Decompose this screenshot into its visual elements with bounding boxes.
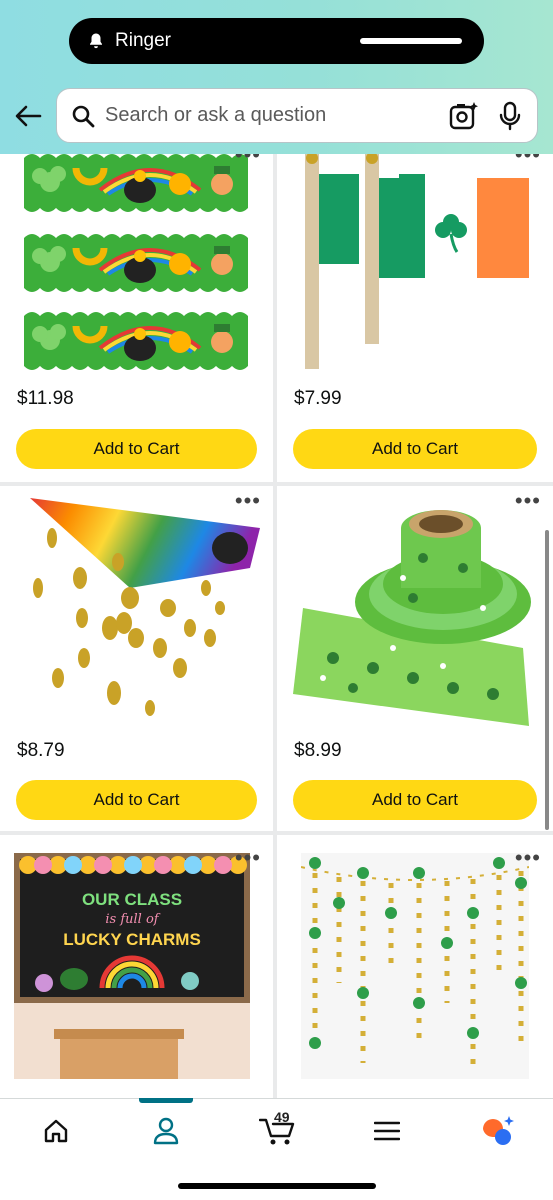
microphone-icon[interactable] xyxy=(497,101,523,131)
product-card[interactable]: ••• $8.99 Add to Cart xyxy=(277,486,553,831)
more-options-icon[interactable]: ••• xyxy=(515,490,541,512)
nav-cart[interactable]: 49 xyxy=(252,1109,302,1149)
active-tab-indicator xyxy=(139,1098,193,1103)
product-card[interactable]: ••• $8.79 Add to Cart xyxy=(0,486,273,831)
product-price: $8.99 xyxy=(294,740,342,761)
bell-icon xyxy=(90,33,102,49)
product-card[interactable]: ••• xyxy=(277,835,553,1098)
back-button[interactable] xyxy=(12,100,44,132)
account-icon xyxy=(153,1117,179,1145)
menu-icon xyxy=(374,1121,400,1141)
add-to-cart-button[interactable]: Add to Cart xyxy=(16,780,257,820)
notification-label: Ringer xyxy=(115,30,171,51)
home-indicator xyxy=(178,1183,376,1189)
product-price: $7.99 xyxy=(294,388,342,409)
app-header: Ringer xyxy=(0,0,553,154)
more-options-icon[interactable]: ••• xyxy=(515,154,541,166)
scrollbar[interactable] xyxy=(545,530,549,830)
more-options-icon[interactable]: ••• xyxy=(235,847,261,869)
bulletin-line-1: OUR CLASS xyxy=(82,890,182,909)
notification-island: Ringer xyxy=(69,18,484,64)
add-to-cart-button[interactable]: Add to Cart xyxy=(293,780,537,820)
more-options-icon[interactable]: ••• xyxy=(235,154,261,166)
bulletin-line-3: LUCKY CHARMS xyxy=(63,930,201,949)
product-price: $8.79 xyxy=(17,740,65,761)
add-to-cart-button[interactable]: Add to Cart xyxy=(293,429,537,469)
product-grid: ••• $11.98 Add to Cart ••• $7.99 Add to … xyxy=(0,154,553,1098)
notification-pill xyxy=(360,38,462,44)
product-card[interactable]: OUR CLASS is full of LUCKY CHARMS ••• xyxy=(0,835,273,1098)
home-icon xyxy=(44,1119,68,1143)
bulletin-line-2: is full of xyxy=(105,912,160,927)
more-options-icon[interactable]: ••• xyxy=(515,847,541,869)
nav-rufus[interactable] xyxy=(472,1113,522,1149)
product-image[interactable] xyxy=(10,154,260,372)
rufus-icon xyxy=(483,1116,514,1145)
search-bar[interactable] xyxy=(56,88,538,143)
nav-account[interactable] xyxy=(141,1113,191,1149)
camera-search-icon[interactable] xyxy=(449,101,479,131)
product-price: $11.98 xyxy=(17,388,74,409)
product-image[interactable]: OUR CLASS is full of LUCKY CHARMS xyxy=(14,853,264,1079)
product-image[interactable] xyxy=(10,498,260,726)
product-image[interactable] xyxy=(293,154,543,372)
product-card[interactable]: ••• $7.99 Add to Cart xyxy=(277,154,553,482)
product-card[interactable]: ••• $11.98 Add to Cart xyxy=(0,154,273,482)
nav-home[interactable] xyxy=(31,1113,81,1149)
search-icon xyxy=(72,105,95,127)
back-arrow-icon xyxy=(15,105,42,127)
add-to-cart-button[interactable]: Add to Cart xyxy=(16,429,257,469)
product-image[interactable] xyxy=(301,853,551,1079)
search-input[interactable] xyxy=(105,104,425,127)
product-image[interactable] xyxy=(293,498,543,726)
cart-count-badge: 49 xyxy=(274,1109,290,1125)
bottom-nav: 49 xyxy=(0,1098,553,1200)
more-options-icon[interactable]: ••• xyxy=(235,490,261,512)
nav-menu[interactable] xyxy=(362,1113,412,1149)
